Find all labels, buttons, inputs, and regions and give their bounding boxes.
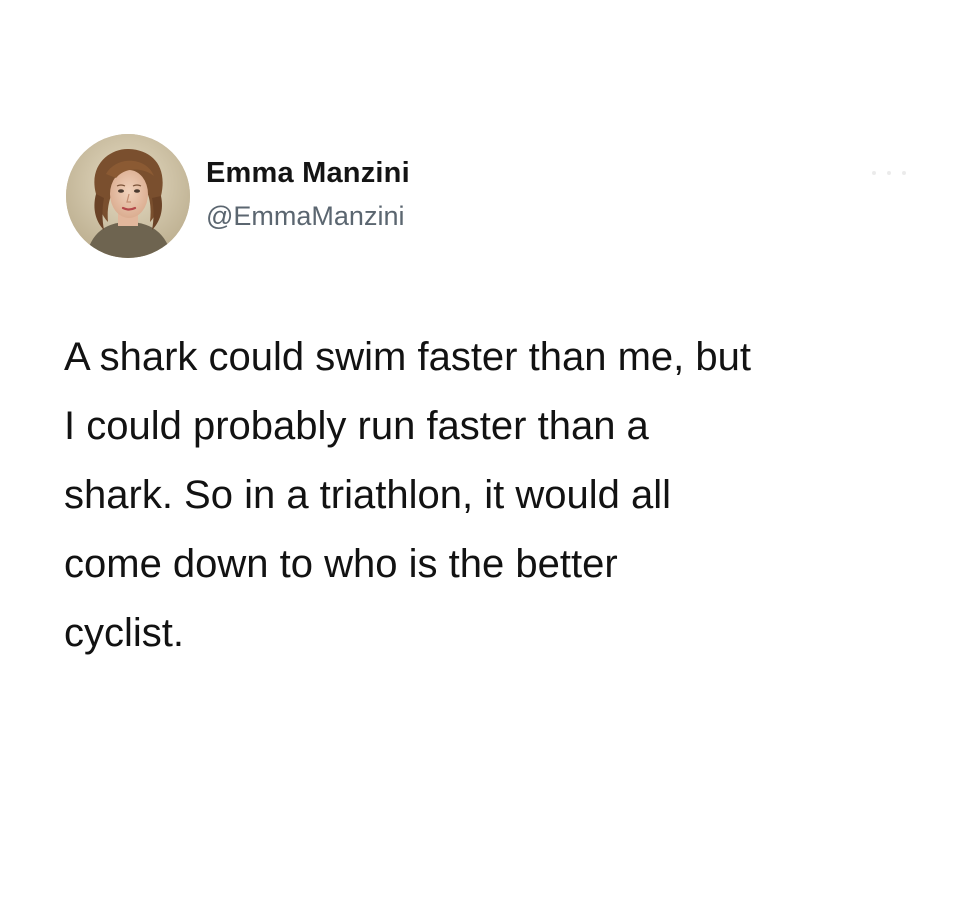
tweet-text: A shark could swim faster than me, but I… [64, 323, 934, 668]
more-options-icon[interactable] [872, 166, 906, 180]
tweet-text-line: come down to who is the better [64, 542, 618, 586]
tweet-text-line: shark. So in a triathlon, it would all [64, 473, 671, 517]
tweet-text-line: I could probably run faster than a [64, 404, 649, 448]
tweet-text-line: cyclist. [64, 611, 184, 655]
portrait-avatar-icon [66, 134, 190, 258]
tweet-card: Emma Manzini @EmmaManzini A shark could … [0, 0, 960, 911]
dot [902, 171, 906, 175]
dot [872, 171, 876, 175]
author-display-name[interactable]: Emma Manzini [206, 157, 410, 190]
avatar[interactable] [66, 134, 190, 258]
author-handle[interactable]: @EmmaManzini [206, 201, 404, 232]
dot [887, 171, 891, 175]
tweet-text-line: A shark could swim faster than me, but [64, 335, 751, 379]
